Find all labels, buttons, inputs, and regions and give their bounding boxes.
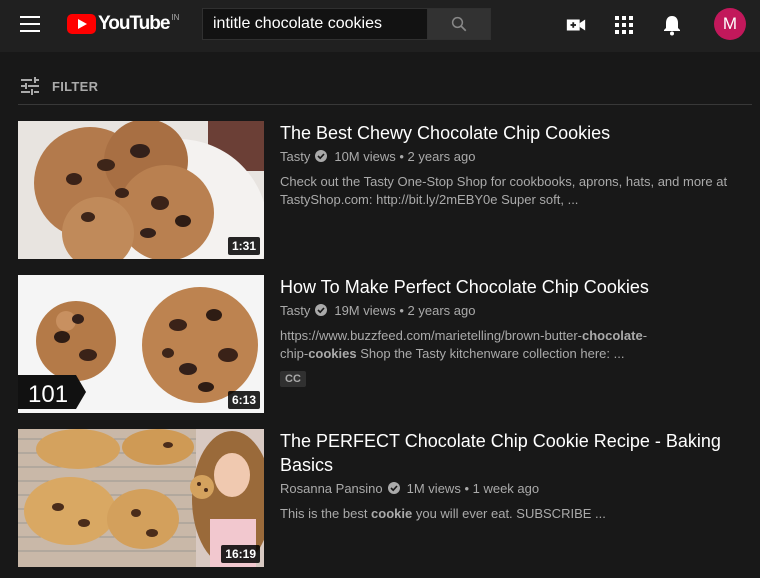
video-meta: Rosanna Pansino 1M views • 1 week ago <box>280 479 750 497</box>
video-duration: 6:13 <box>227 391 260 409</box>
description-text: This is the best <box>280 506 372 521</box>
view-count: 1M views <box>406 480 461 496</box>
video-info: The PERFECT Chocolate Chip Cookie Recipe… <box>280 429 750 523</box>
filter-divider <box>18 104 752 105</box>
description-highlight: cookies <box>308 346 357 361</box>
video-info: The Best Chewy Chocolate Chip Cookies Ta… <box>280 121 750 209</box>
video-description: Check out the Tasty One-Stop Shop for co… <box>280 174 728 207</box>
description-text: chip- <box>280 346 309 361</box>
channel-name[interactable]: Tasty <box>280 303 310 318</box>
video-meta: Tasty 10M views • 2 years ago <box>280 147 750 165</box>
channel-name[interactable]: Tasty <box>280 149 310 164</box>
description-text: - <box>642 328 648 343</box>
video-title[interactable]: The PERFECT Chocolate Chip Cookie Recipe… <box>280 429 750 477</box>
logo-wordmark: YouTube <box>98 13 170 34</box>
video-title[interactable]: The Best Chewy Chocolate Chip Cookies <box>280 121 750 145</box>
upload-age: 1 week ago <box>472 480 540 496</box>
cc-badge: CC <box>280 371 306 387</box>
verified-badge-icon <box>387 482 400 494</box>
search-button[interactable] <box>427 8 491 40</box>
video-meta: Tasty 19M views • 2 years ago <box>280 301 750 319</box>
channel-name[interactable]: Rosanna Pansino <box>280 481 383 496</box>
logo-region: IN <box>171 12 180 22</box>
view-count: 19M views <box>334 302 396 318</box>
notifications-icon[interactable] <box>660 13 684 37</box>
video-thumbnail[interactable]: 16:19 <box>18 429 264 567</box>
masthead: YouTube IN M <box>0 0 760 52</box>
youtube-play-icon <box>67 14 96 34</box>
avatar[interactable]: M <box>714 8 746 40</box>
video-info: How To Make Perfect Chocolate Chip Cooki… <box>280 275 750 387</box>
video-title[interactable]: How To Make Perfect Chocolate Chip Cooki… <box>280 275 750 299</box>
video-description: This is the best cookie you will ever ea… <box>280 505 750 523</box>
apps-icon[interactable] <box>612 13 636 37</box>
search-input[interactable] <box>202 8 427 40</box>
description-text: you will ever eat. SUBSCRIBE ... <box>412 506 606 521</box>
filter-label: FILTER <box>52 78 99 94</box>
view-count: 10M views <box>334 148 396 164</box>
description-highlight: cookie <box>371 506 413 521</box>
meta-separator: • <box>395 302 408 318</box>
menu-icon[interactable] <box>20 16 40 32</box>
upload-age: 2 years ago <box>407 148 476 164</box>
meta-separator: • <box>395 148 408 164</box>
youtube-logo[interactable]: YouTube IN <box>67 13 179 35</box>
video-description: https://www.buzzfeed.com/marietelling/br… <box>280 327 750 363</box>
filter-sliders-icon <box>21 77 39 95</box>
create-video-icon[interactable] <box>564 13 588 37</box>
meta-separator: • <box>460 480 473 496</box>
video-duration: 1:31 <box>227 237 260 255</box>
description-text: https://www.buzzfeed.com/marietelling/br… <box>280 328 583 343</box>
search-icon <box>451 16 467 32</box>
video-thumbnail[interactable]: 101 6:13 <box>18 275 264 413</box>
verified-badge-icon <box>315 150 328 162</box>
thumbnail-overlay-text: 101 <box>28 381 68 408</box>
upload-age: 2 years ago <box>407 302 476 318</box>
description-text: Shop the Tasty kitchenware collection he… <box>356 346 625 361</box>
video-duration: 16:19 <box>221 545 260 563</box>
search-box <box>202 8 491 40</box>
video-thumbnail[interactable]: 1:31 <box>18 121 264 259</box>
description-highlight: chocolate <box>582 328 643 343</box>
filter-button[interactable]: FILTER <box>20 76 98 96</box>
verified-badge-icon <box>315 304 328 316</box>
